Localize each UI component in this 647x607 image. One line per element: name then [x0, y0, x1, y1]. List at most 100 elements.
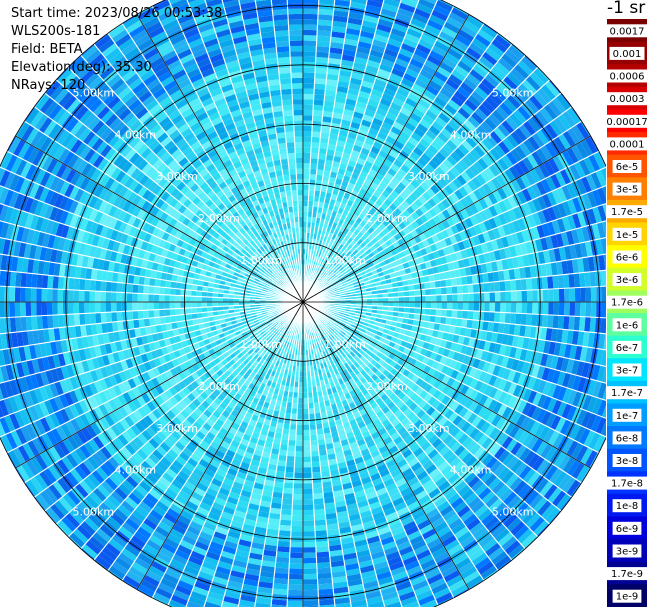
ray-gate — [313, 493, 324, 500]
ray-gate — [313, 88, 326, 95]
ray-gate — [553, 302, 560, 316]
ray-gate — [473, 302, 480, 312]
ray-gate — [303, 40, 317, 47]
ray-gate — [311, 461, 321, 468]
ray-gate — [558, 288, 565, 302]
ray-gate — [303, 429, 310, 436]
ray-gate — [316, 562, 331, 569]
ray-gate — [548, 302, 554, 316]
ray-gate — [398, 296, 405, 302]
ray-gate — [303, 504, 314, 511]
ray-gate — [414, 302, 421, 309]
ray-gate — [467, 310, 474, 320]
ray-gate — [303, 552, 317, 559]
ray-gate — [494, 302, 501, 313]
ray-gate — [290, 525, 303, 532]
ray-gate — [311, 126, 322, 133]
ray-gate — [277, 460, 287, 467]
ray-gate — [286, 455, 295, 462]
ray-gate — [284, 471, 295, 478]
ray-gate — [563, 315, 570, 330]
ray-gate — [500, 291, 506, 302]
ray-gate — [292, 493, 303, 500]
ray-gate — [557, 274, 565, 289]
ray-gate — [303, 67, 316, 73]
ray-gate — [297, 408, 303, 415]
ray-gate — [311, 131, 321, 138]
ray-gate — [504, 312, 511, 324]
ray-gate — [288, 573, 303, 580]
ray-gate — [311, 466, 321, 473]
ray-gate — [457, 293, 464, 302]
ray-gate — [532, 289, 538, 302]
ray-gate — [312, 482, 323, 489]
ray-gate — [409, 302, 416, 308]
ray-gate — [314, 72, 327, 80]
ray-gate — [295, 440, 303, 447]
ray-gate — [319, 142, 329, 150]
ray-gate — [414, 295, 421, 302]
ray-gate — [303, 600, 319, 607]
ray-gate — [445, 317, 452, 326]
ray-gate — [297, 397, 303, 404]
ray-gate — [296, 424, 303, 431]
ray-gate — [303, 408, 309, 415]
ray-gate — [303, 35, 317, 41]
ray-gate — [311, 142, 320, 149]
ray-gate — [278, 530, 291, 537]
ray-gate — [441, 309, 447, 318]
ray-gate — [489, 302, 496, 313]
ray-gate — [456, 310, 463, 319]
ray-gate — [542, 289, 549, 302]
ray-gate — [473, 292, 480, 302]
ray-gate — [274, 567, 290, 574]
ray-gate — [292, 504, 303, 511]
ray-gate — [303, 83, 315, 89]
ray-gate — [303, 51, 317, 57]
ray-gate — [303, 77, 315, 84]
ray-gate — [494, 312, 501, 323]
ray-gate — [452, 302, 458, 311]
ray-gate — [289, 424, 297, 430]
ray-gate — [573, 272, 581, 288]
ray-gate — [315, 51, 330, 58]
ray-gate — [319, 137, 329, 144]
ray-gate — [441, 302, 448, 310]
ray-gate — [526, 289, 533, 302]
ray-gate — [313, 498, 325, 505]
ray-gate — [510, 279, 517, 292]
ray-gate — [515, 279, 522, 291]
ray-gate — [291, 515, 303, 521]
ray-gate — [569, 302, 576, 317]
ray-gate — [564, 288, 570, 302]
ray-gate — [425, 308, 431, 316]
ray-gate — [564, 302, 570, 316]
ray-gate — [314, 78, 327, 85]
ray-gate — [294, 461, 303, 468]
ray-gate — [488, 281, 495, 293]
ray-gate — [315, 530, 328, 537]
ray-gate — [288, 579, 303, 585]
ray-gate — [303, 472, 313, 479]
ray-gate — [303, 541, 316, 548]
ray-gate — [319, 454, 329, 462]
ray-gate — [436, 294, 442, 302]
ray-gate — [557, 315, 565, 330]
ray-gate — [309, 434, 318, 441]
ray-gate — [590, 286, 597, 302]
ray-gate — [303, 141, 312, 148]
ray-gate — [452, 293, 458, 302]
ray-gate — [303, 56, 316, 63]
ray-gate — [303, 29, 318, 36]
ray-gate — [303, 483, 313, 489]
ray-gate — [435, 308, 442, 317]
ray-gate — [309, 163, 318, 170]
ray-gate — [281, 503, 293, 510]
ray-gate — [303, 477, 313, 484]
ray-gate — [456, 285, 463, 294]
ray-gate — [319, 460, 329, 467]
ray-gate — [489, 291, 496, 302]
ray-gate — [303, 99, 314, 105]
ray-gate — [312, 115, 323, 122]
ray-gate — [446, 286, 453, 295]
